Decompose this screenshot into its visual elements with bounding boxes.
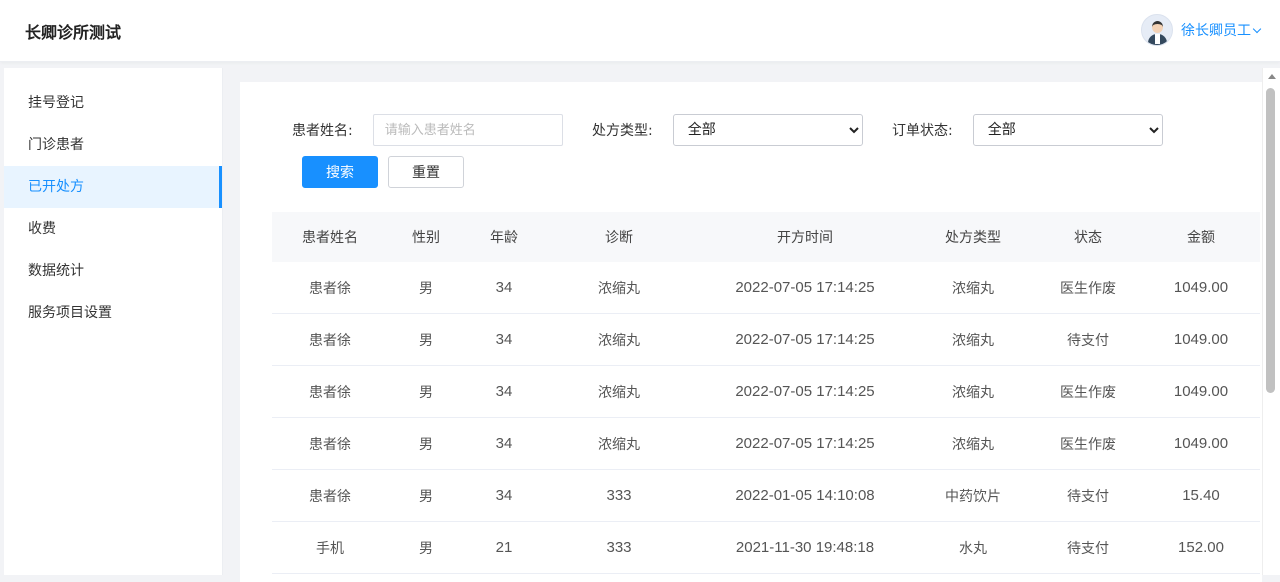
cell-patient-name: 手机 — [316, 540, 344, 557]
chevron-down-icon[interactable] — [1252, 24, 1262, 33]
reset-button[interactable]: 重置 — [388, 156, 464, 188]
sidebar: 挂号登记 门诊患者 已开处方 收费 数据统计 服务项目设置 — [4, 68, 223, 575]
cell-patient-name: 患者徐 — [309, 384, 351, 401]
cell-status: 待支付 — [1067, 488, 1109, 505]
filter-order-status: 订单状态: 全部 — [892, 114, 1163, 146]
column-header: 患者姓名 — [302, 230, 358, 246]
cell-age: 21 — [495, 539, 513, 556]
table-row[interactable]: 手机 男 21 333 2021-11-30 19:48:18 水丸 待支付 1… — [272, 522, 1260, 574]
cell-prescribed-time: 2022-01-05 14:10:08 — [735, 487, 875, 504]
cell-patient-name: 患者徐 — [309, 280, 351, 297]
prescription-table: 患者姓名 性别 年龄 诊断 开方时间 处方类型 状态 金额 患者徐 男 34 浓… — [272, 212, 1260, 574]
cell-diagnosis: 浓缩丸 — [598, 280, 640, 297]
cell-prescription-type: 水丸 — [959, 540, 987, 557]
cell-prescription-type: 浓缩丸 — [952, 332, 994, 349]
user-menu[interactable]: 徐长卿员工 — [1141, 14, 1262, 46]
cell-prescription-type: 中药饮片 — [945, 488, 1001, 505]
table-row[interactable]: 患者徐 男 34 浓缩丸 2022-07-05 17:14:25 浓缩丸 医生作… — [272, 366, 1260, 418]
search-button[interactable]: 搜索 — [302, 156, 378, 188]
cell-patient-name: 患者徐 — [309, 488, 351, 505]
cell-status: 医生作废 — [1060, 384, 1116, 401]
cell-diagnosis: 浓缩丸 — [598, 332, 640, 349]
user-name[interactable]: 徐长卿员工 — [1181, 20, 1251, 40]
table-header: 患者姓名 性别 年龄 诊断 开方时间 处方类型 状态 金额 — [272, 212, 1260, 262]
cell-prescribed-time: 2022-07-05 17:14:25 — [735, 383, 875, 400]
app-title: 长卿诊所测试 — [25, 23, 122, 42]
cell-status: 医生作废 — [1060, 280, 1116, 297]
cell-gender: 男 — [419, 332, 433, 349]
cell-age: 34 — [495, 383, 513, 400]
cell-age: 34 — [495, 331, 513, 348]
sidebar-item-registration[interactable]: 挂号登记 — [4, 82, 222, 124]
patient-name-input[interactable] — [372, 114, 563, 146]
cell-amount: 1049.00 — [1173, 279, 1229, 296]
column-header: 状态 — [1074, 230, 1102, 246]
prescription-type-select[interactable]: 全部 — [672, 114, 863, 146]
table-row[interactable]: 患者徐 男 34 333 2022-01-05 14:10:08 中药饮片 待支… — [272, 470, 1260, 522]
cell-gender: 男 — [419, 488, 433, 505]
column-header: 性别 — [412, 230, 440, 246]
prescription-type-label: 处方类型: — [592, 123, 653, 139]
cell-age: 34 — [495, 487, 513, 504]
sidebar-item-service-settings[interactable]: 服务项目设置 — [4, 292, 222, 334]
cell-patient-name: 患者徐 — [309, 436, 351, 453]
column-header: 开方时间 — [777, 230, 833, 246]
cell-prescription-type: 浓缩丸 — [952, 384, 994, 401]
scrollbar-thumb[interactable] — [1266, 88, 1275, 393]
cell-status: 医生作废 — [1060, 436, 1116, 453]
cell-prescribed-time: 2022-07-05 17:14:25 — [735, 279, 875, 296]
cell-status: 待支付 — [1067, 332, 1109, 349]
table-row[interactable]: 患者徐 男 34 浓缩丸 2022-07-05 17:14:25 浓缩丸 医生作… — [272, 262, 1260, 314]
cell-prescribed-time: 2022-07-05 17:14:25 — [735, 331, 875, 348]
main-content: 患者姓名: 处方类型: 全部 订单状态: 全部 搜索 重置 患者姓名 性别 年龄… — [240, 82, 1262, 582]
scroll-up-arrow-icon[interactable] — [1268, 74, 1276, 79]
order-status-label: 订单状态: — [892, 123, 953, 139]
order-status-select[interactable]: 全部 — [972, 114, 1163, 146]
column-header: 诊断 — [605, 230, 633, 246]
cell-gender: 男 — [419, 280, 433, 297]
filter-prescription-type: 处方类型: 全部 — [592, 114, 863, 146]
cell-gender: 男 — [419, 384, 433, 401]
cell-gender: 男 — [419, 436, 433, 453]
top-header: 长卿诊所测试 徐长卿员工 — [0, 0, 1280, 62]
cell-patient-name: 患者徐 — [309, 332, 351, 349]
table-row[interactable]: 患者徐 男 34 浓缩丸 2022-07-05 17:14:25 浓缩丸 待支付… — [272, 314, 1260, 366]
cell-prescription-type: 浓缩丸 — [952, 436, 994, 453]
sidebar-item-prescriptions[interactable]: 已开处方 — [4, 166, 222, 208]
scrollbar[interactable] — [1262, 68, 1280, 575]
sidebar-item-billing[interactable]: 收费 — [4, 208, 222, 250]
cell-diagnosis: 333 — [606, 539, 632, 556]
avatar — [1141, 14, 1173, 46]
sidebar-item-outpatients[interactable]: 门诊患者 — [4, 124, 222, 166]
cell-diagnosis: 333 — [606, 487, 632, 504]
column-header: 金额 — [1187, 230, 1215, 246]
table-row[interactable]: 患者徐 男 34 浓缩丸 2022-07-05 17:14:25 浓缩丸 医生作… — [272, 418, 1260, 470]
sidebar-item-statistics[interactable]: 数据统计 — [4, 250, 222, 292]
column-header: 处方类型 — [945, 230, 1001, 246]
cell-prescription-type: 浓缩丸 — [952, 280, 994, 297]
cell-status: 待支付 — [1067, 540, 1109, 557]
cell-gender: 男 — [419, 540, 433, 557]
cell-age: 34 — [495, 279, 513, 296]
cell-age: 34 — [495, 435, 513, 452]
cell-diagnosis: 浓缩丸 — [598, 436, 640, 453]
cell-amount: 1049.00 — [1173, 435, 1229, 452]
filter-patient-name: 患者姓名: — [292, 114, 563, 146]
cell-diagnosis: 浓缩丸 — [598, 384, 640, 401]
cell-prescribed-time: 2022-07-05 17:14:25 — [735, 435, 875, 452]
patient-name-label: 患者姓名: — [292, 123, 353, 139]
cell-prescribed-time: 2021-11-30 19:48:18 — [735, 539, 875, 556]
cell-amount: 1049.00 — [1173, 383, 1229, 400]
column-header: 年龄 — [490, 230, 518, 246]
cell-amount: 152.00 — [1178, 539, 1224, 556]
cell-amount: 1049.00 — [1173, 331, 1229, 348]
cell-amount: 15.40 — [1182, 487, 1220, 504]
